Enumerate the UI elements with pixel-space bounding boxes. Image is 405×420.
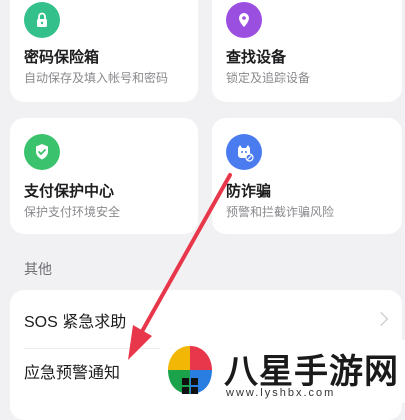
payment-protection-card[interactable]: 支付保护中心 保护支付环境安全 [10, 118, 198, 234]
section-label-other: 其他 [24, 261, 52, 277]
chevron-right-icon [373, 311, 389, 327]
lock-icon [24, 2, 60, 38]
list-item-label: 应急预警通知 [24, 365, 121, 382]
anti-fraud-card[interactable]: 防诈骗 预警和拦截诈骗风险 [212, 118, 402, 234]
shield-check-icon [24, 134, 60, 170]
card-title: 防诈骗 [226, 183, 272, 200]
card-subtitle: 自动保存及填入帐号和密码 [24, 71, 169, 85]
list-item-label: SOS 紧急求助 [24, 314, 127, 331]
password-vault-card[interactable]: 密码保险箱 自动保存及填入帐号和密码 [10, 0, 198, 102]
card-subtitle: 预警和拦截诈骗风险 [226, 205, 335, 219]
find-device-card[interactable]: 查找设备 锁定及追踪设备 [212, 0, 402, 102]
watermark-text: 八星手游网 [224, 353, 399, 391]
location-pin-icon [226, 2, 262, 38]
site-watermark: 八星手游网 www.lyshbx.com [160, 340, 405, 403]
card-title: 密码保险箱 [24, 49, 100, 66]
card-title: 支付保护中心 [24, 183, 115, 200]
watermark-url: www.lyshbx.com [226, 387, 336, 399]
watermark-logo-icon [168, 346, 212, 394]
card-subtitle: 锁定及追踪设备 [226, 71, 311, 85]
card-subtitle: 保护支付环境安全 [24, 205, 121, 219]
anti-fraud-icon [226, 134, 262, 170]
card-title: 查找设备 [226, 49, 287, 66]
